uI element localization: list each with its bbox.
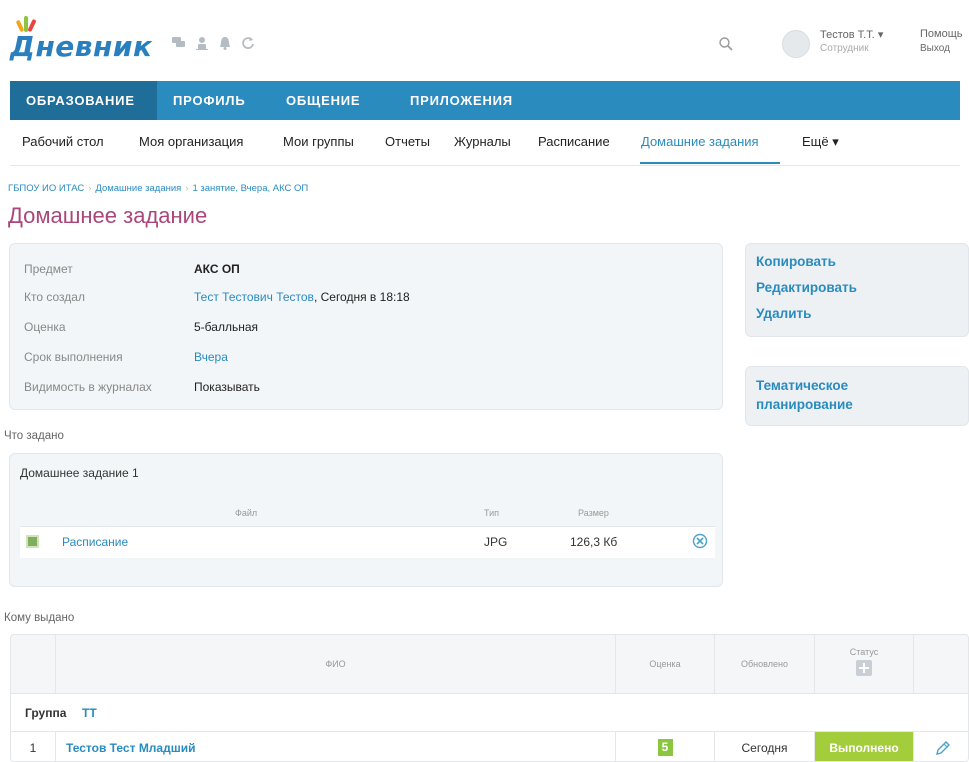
creator-time: , Сегодня в 18:18: [313, 290, 410, 304]
add-status-icon[interactable]: [856, 660, 872, 676]
breadcrumb-item[interactable]: 1 занятие, Вчера, АКС ОП: [192, 183, 308, 194]
header: Дневник Тестов Т.Т. ▾ Сотрудник Помощь В…: [0, 0, 969, 72]
subnav-item-organization[interactable]: Моя организация: [139, 134, 243, 149]
file-row: Расписание JPG 126,3 Кб: [20, 526, 715, 558]
issued-table-header: ФИО Оценка Обновлено Статус: [11, 635, 968, 693]
bell-icon[interactable]: [218, 36, 232, 50]
tab-education[interactable]: ОБРАЗОВАНИЕ: [10, 81, 157, 120]
info-label: Оценка: [24, 320, 66, 334]
tab-apps[interactable]: ПРИЛОЖЕНИЯ: [394, 81, 529, 120]
info-value: 5-балльная: [194, 320, 258, 334]
column-header-size: Размер: [578, 508, 609, 518]
info-label: Кто создал: [24, 290, 85, 304]
info-label: Предмет: [24, 262, 73, 276]
page-title: Домашнее задание: [8, 203, 208, 228]
section-label-issued: Кому выдано: [4, 612, 75, 624]
info-row-subject: Предмет АКС ОП: [24, 262, 714, 284]
column-header-name: ФИО: [56, 635, 616, 693]
files-table: Файл Тип Размер Расписание JPG 126,3 Кб: [20, 506, 715, 558]
info-value: Показывать: [194, 380, 260, 394]
subnav-item-journals[interactable]: Журналы: [454, 134, 511, 149]
group-prefix: Группа: [25, 706, 67, 720]
edit-button[interactable]: Редактировать: [756, 280, 857, 295]
grade-badge[interactable]: 5: [657, 739, 673, 756]
logout-link[interactable]: Выход: [920, 43, 950, 54]
file-link[interactable]: Расписание: [62, 535, 128, 549]
delete-button[interactable]: Удалить: [756, 306, 811, 321]
status-cell: Выполнено: [815, 732, 914, 761]
breadcrumb-item[interactable]: Домашние задания: [95, 183, 181, 194]
subnav-item-reports[interactable]: Отчеты: [385, 134, 430, 149]
logo[interactable]: Дневник: [10, 10, 160, 63]
image-file-icon: [26, 535, 39, 548]
info-label: Срок выполнения: [24, 350, 123, 364]
edit-pencil-icon[interactable]: [934, 739, 952, 757]
person-icon[interactable]: [195, 36, 209, 50]
subnav-active-underline: [640, 162, 780, 164]
column-header-file: Файл: [235, 508, 258, 518]
info-label: Видимость в журналах: [24, 380, 152, 394]
refresh-icon[interactable]: [241, 36, 255, 50]
column-header-type: Тип: [484, 508, 500, 518]
group-link[interactable]: ТТ: [82, 706, 97, 720]
chat-icon[interactable]: [172, 36, 186, 50]
student-link[interactable]: Тестов Тест Младший: [56, 732, 616, 761]
copy-button[interactable]: Копировать: [756, 254, 836, 269]
subnav-item-homework[interactable]: Домашние задания: [641, 134, 759, 149]
grade-cell: 5: [616, 732, 715, 761]
deadline-link[interactable]: Вчера: [194, 350, 228, 364]
info-value: АКС ОП: [194, 262, 240, 276]
homework-title: Домашнее задание 1: [20, 466, 139, 480]
user-role: Сотрудник: [820, 43, 869, 54]
logo-sun-icon: [12, 10, 42, 33]
sub-nav: Рабочий стол Моя организация Мои группы …: [10, 120, 960, 166]
issued-table: ФИО Оценка Обновлено Статус Группа ТТ 1 …: [10, 634, 969, 762]
files-table-header: Файл Тип Размер: [20, 506, 715, 526]
homework-info-panel: Предмет АКС ОП Кто создал Тест Тестович …: [9, 243, 723, 410]
subnav-item-more[interactable]: Ещё ▾: [802, 134, 839, 150]
status-header-label: Статус: [849, 647, 879, 657]
subnav-item-desktop[interactable]: Рабочий стол: [22, 134, 104, 149]
info-value: Тест Тестович Тестов, Сегодня в 18:18: [194, 290, 410, 304]
thematic-box: Тематическое планирование: [745, 366, 969, 426]
breadcrumb: ГБПОУ ИО ИТАС › Домашние задания › 1 занятие…: [8, 183, 309, 194]
remove-file-icon[interactable]: [692, 533, 708, 549]
status-badge[interactable]: Выполнено: [815, 732, 913, 761]
main-nav: ОБРАЗОВАНИЕ ПРОФИЛЬ ОБЩЕНИЕ ПРИЛОЖЕНИЯ: [10, 81, 960, 120]
info-row-grade: Оценка 5-балльная: [24, 320, 714, 342]
column-header-grade: Оценка: [616, 635, 715, 693]
group-row: Группа ТТ: [11, 693, 968, 731]
subnav-item-groups[interactable]: Мои группы: [283, 134, 354, 149]
row-number: 1: [11, 732, 56, 761]
thematic-planning-link[interactable]: Тематическое планирование: [756, 376, 896, 414]
tab-communication[interactable]: ОБЩЕНИЕ: [270, 81, 394, 120]
table-row: 1 Тестов Тест Младший 5 Сегодня Выполнен…: [11, 731, 968, 761]
avatar[interactable]: [782, 30, 810, 58]
subject-value: АКС ОП: [194, 262, 240, 276]
homework-content-panel: Домашнее задание 1 Файл Тип Размер Распи…: [9, 453, 723, 587]
edit-cell: [914, 732, 968, 761]
info-row-creator: Кто создал Тест Тестович Тестов, Сегодня…: [24, 290, 714, 312]
info-row-deadline: Срок выполнения Вчера: [24, 350, 714, 372]
section-label-assigned: Что задано: [4, 430, 64, 442]
updated-cell: Сегодня: [715, 732, 815, 761]
tab-profile[interactable]: ПРОФИЛЬ: [157, 81, 270, 120]
actions-box: Копировать Редактировать Удалить: [745, 243, 969, 337]
creator-link[interactable]: Тест Тестович Тестов: [194, 290, 314, 304]
header-icons: [172, 36, 255, 50]
breadcrumb-item[interactable]: ГБПОУ ИО ИТАС: [8, 183, 84, 194]
file-type: JPG: [484, 535, 508, 549]
user-menu[interactable]: Тестов Т.Т. ▾: [820, 28, 883, 41]
column-header-status: Статус: [815, 635, 914, 693]
search-icon[interactable]: [718, 36, 734, 52]
logo-text: Дневник: [10, 30, 153, 63]
info-row-visibility: Видимость в журналах Показывать: [24, 380, 714, 402]
help-link[interactable]: Помощь: [920, 28, 963, 40]
file-size: 126,3 Кб: [570, 535, 618, 549]
subnav-item-schedule[interactable]: Расписание: [538, 134, 610, 149]
column-header-updated: Обновлено: [715, 635, 815, 693]
